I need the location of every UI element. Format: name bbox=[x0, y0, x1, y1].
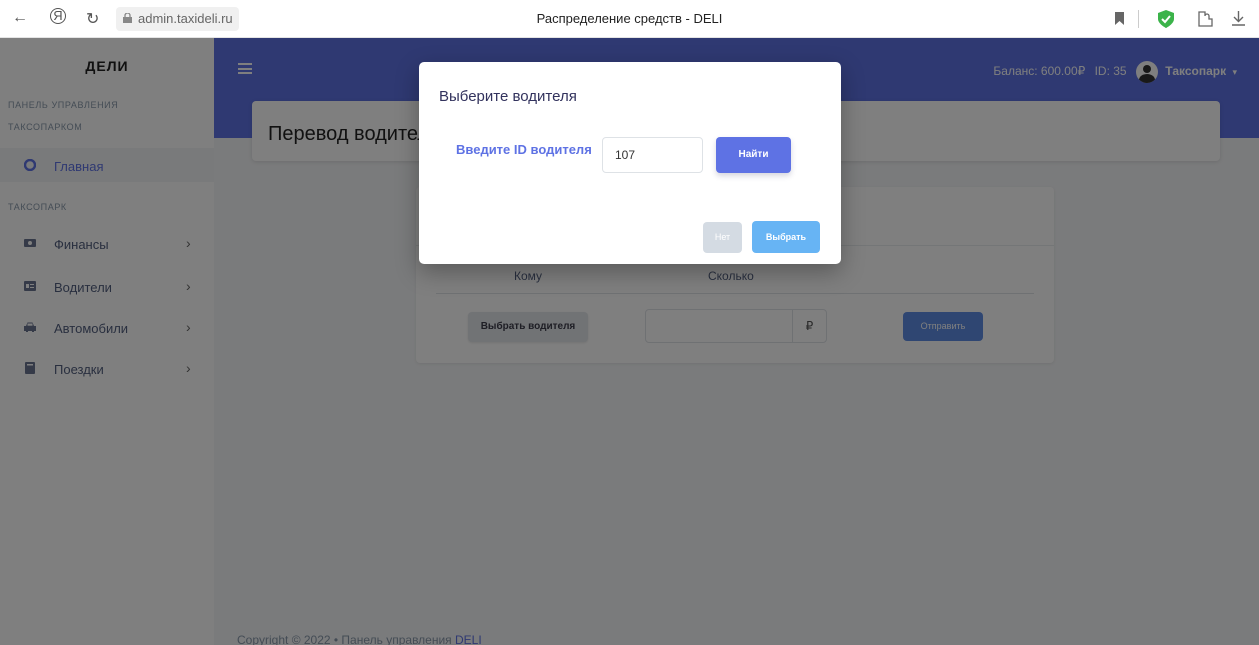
shield-icon[interactable] bbox=[1158, 10, 1174, 28]
choose-button[interactable]: Выбрать bbox=[752, 221, 820, 253]
browser-toolbar: ← Я ↻ admin.taxideli.ru Распределение ср… bbox=[0, 0, 1259, 38]
back-icon[interactable]: ← bbox=[12, 9, 28, 27]
lock-icon bbox=[123, 13, 132, 23]
address-bar[interactable]: admin.taxideli.ru bbox=[116, 7, 239, 31]
url-text: admin.taxideli.ru bbox=[138, 11, 233, 26]
driver-id-label: Введите ID водителя bbox=[456, 142, 592, 157]
find-button[interactable]: Найти bbox=[716, 137, 791, 173]
download-icon[interactable] bbox=[1232, 11, 1245, 26]
reload-icon[interactable]: ↻ bbox=[86, 9, 99, 29]
toolbar-divider bbox=[1138, 10, 1139, 28]
select-driver-modal: Выберите водителя Введите ID водителя 10… bbox=[419, 62, 841, 264]
driver-id-input[interactable]: 107 bbox=[602, 137, 703, 173]
yandex-icon[interactable]: Я bbox=[50, 8, 66, 24]
modal-title: Выберите водителя bbox=[439, 88, 577, 105]
bookmark-icon[interactable] bbox=[1115, 12, 1124, 25]
no-button[interactable]: Нет bbox=[703, 222, 742, 253]
extension-icon[interactable] bbox=[1196, 10, 1213, 27]
